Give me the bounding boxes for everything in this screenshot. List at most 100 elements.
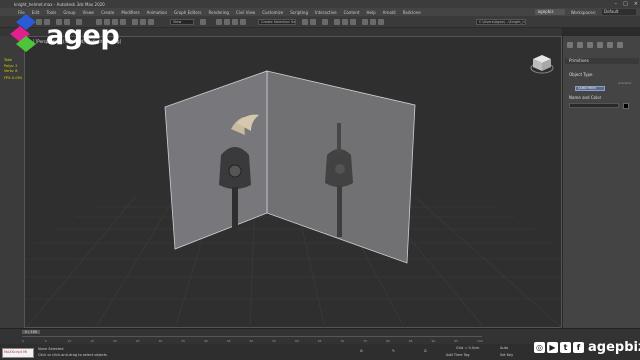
timeline-tick: 95 (454, 339, 459, 343)
modify-tab-icon[interactable] (577, 42, 583, 48)
timeline-tick: 85 (408, 339, 413, 343)
fps-label: FPS: (4, 76, 12, 80)
timeline-tick: 50 (249, 339, 254, 343)
close-icon[interactable]: × (634, 1, 638, 7)
workspaces-label: Workspaces: (570, 9, 596, 15)
timeline-tick: 55 (272, 339, 277, 343)
timeline-tick: 30 (158, 339, 163, 343)
instagram-icon: ◎ (534, 341, 545, 353)
fps-value: 0.094 (12, 76, 23, 80)
stats-verts: Verts: 8 (4, 69, 18, 73)
object-color-swatch[interactable] (623, 103, 629, 109)
menu-arnold[interactable]: Arnold (383, 10, 396, 15)
stats-polys: Polys: 2 (4, 64, 18, 68)
twitter-icon: t (560, 341, 571, 353)
menu-interactive[interactable]: Interactive (315, 10, 337, 15)
menu-customize[interactable]: Customize (262, 10, 283, 15)
perspective-viewport[interactable]: [+] [Perspective] [Standard] [Default Sh… (24, 36, 563, 329)
auto-key-button[interactable]: Auto (500, 346, 508, 350)
rendered-frame-icon[interactable] (370, 19, 376, 25)
time-slider[interactable]: 0 / 100 (22, 330, 40, 334)
timeline-tick: 15 (90, 339, 95, 343)
menu-graph-editors[interactable]: Graph Editors (174, 10, 201, 15)
render-icon[interactable] (378, 19, 384, 25)
object-type-rollout[interactable]: Object Type (565, 72, 639, 78)
menu-help[interactable]: Help (366, 10, 375, 15)
add-time-tag[interactable]: Add Time Tag (446, 353, 470, 357)
curve-editor-icon[interactable] (334, 19, 340, 25)
menu-scripting[interactable]: Scripting (290, 10, 308, 15)
menu-rendering[interactable]: Rendering (209, 10, 229, 15)
front-reference-plane (164, 70, 268, 250)
render-setup-icon[interactable] (362, 19, 368, 25)
utilities-tab-icon[interactable] (617, 42, 623, 48)
y-coord-label[interactable]: Y: (392, 349, 395, 353)
agep-logo: agep (8, 14, 120, 58)
x-coord-label[interactable]: X: (360, 349, 364, 353)
mirror-icon[interactable] (302, 19, 308, 25)
track-bar[interactable]: 0 5 10 15 20 25 30 35 40 45 50 55 60 65 70 75 80 85 90 95 10… (22, 336, 483, 344)
timeline-tick: 0 (22, 339, 24, 343)
command-panel: Primitives Object Type AutoGrid Quad Pat… (562, 36, 640, 328)
window-title: knight_helmet.max - Autodesk 3ds Max 202… (14, 1, 105, 7)
timeline-tick: 80 (386, 339, 390, 343)
timeline-tick: 60 (295, 339, 299, 343)
social-footer: ◎ ▶ t f agepbiz (534, 338, 640, 356)
viewcube[interactable] (529, 51, 555, 77)
menu-civil-view[interactable]: Civil View (236, 10, 255, 15)
timeline-tick: 90 (431, 339, 436, 343)
autogrid-checkbox[interactable]: AutoGrid (618, 81, 631, 85)
menu-content[interactable]: Content (344, 10, 360, 15)
window-crossing-icon[interactable] (120, 19, 126, 25)
user-account-button[interactable]: agepbiz (534, 9, 565, 15)
timeline-tick: 100 (477, 339, 483, 343)
agep-logo-mark (10, 14, 36, 52)
quad-patch-button[interactable]: Quad Patch (575, 86, 605, 91)
prompt-line: Click or click-and-drag to select object… (38, 353, 107, 357)
timeline-tick: 10 (67, 339, 72, 343)
angle-snap-icon[interactable] (224, 19, 230, 25)
timeline-tick: 70 (340, 339, 345, 343)
scene-explorer-strip: Total Polys: 2 Verts: 8 FPS: 0.094 (0, 36, 24, 328)
maxscript-listener[interactable]: MAXScript Mi (2, 348, 34, 358)
percent-snap-icon[interactable] (232, 19, 238, 25)
menu-modifiers[interactable]: Modifiers (121, 10, 139, 15)
z-coord-label[interactable]: Z: (424, 349, 428, 353)
workspace-dropdown[interactable]: Default (602, 9, 636, 15)
selection-set-dropdown[interactable]: Create Selection Set (258, 19, 296, 25)
youtube-icon: ▶ (547, 341, 558, 353)
material-editor-icon[interactable] (350, 19, 356, 25)
timeline-tick: 75 (363, 339, 368, 343)
display-tab-icon[interactable] (607, 42, 613, 48)
project-path-field[interactable]: C:\Users\Agep\...\Knight_helmet\ (476, 19, 526, 25)
social-handle: agepbiz (588, 339, 640, 355)
minimize-icon[interactable]: – (615, 1, 618, 7)
set-key-button[interactable]: Set Key (500, 353, 513, 357)
logo-text: agep (46, 20, 120, 51)
layer-explorer-icon[interactable] (322, 19, 328, 25)
menu-animation[interactable]: Animation (147, 10, 167, 15)
reference-coordinate-dropdown[interactable]: View (170, 19, 194, 25)
schematic-view-icon[interactable] (342, 19, 348, 25)
timeline-tick: 40 (204, 339, 208, 343)
timeline-tick: 5 (44, 339, 47, 343)
menu-railclone[interactable]: Railclone (403, 10, 421, 15)
timeline-tick: 45 (226, 339, 231, 343)
maximize-icon[interactable]: □ (623, 1, 628, 7)
category-dropdown[interactable]: Primitives (565, 58, 639, 64)
align-icon[interactable] (310, 19, 316, 25)
grid-size: Grid = 0.0cm (456, 346, 480, 350)
move-icon[interactable] (132, 19, 138, 25)
rotate-icon[interactable] (140, 19, 146, 25)
motion-tab-icon[interactable] (597, 42, 603, 48)
selection-status: None Selected (38, 347, 64, 351)
pivot-icon[interactable] (200, 19, 206, 25)
hierarchy-tab-icon[interactable] (587, 42, 593, 48)
object-name-field[interactable] (569, 103, 619, 108)
create-tab-icon[interactable] (567, 42, 573, 48)
scale-icon[interactable] (148, 19, 154, 25)
snap-icon[interactable] (216, 19, 222, 25)
title-bar: knight_helmet.max - Autodesk 3ds Max 202… (0, 0, 640, 8)
name-color-rollout[interactable]: Name and Color (565, 95, 639, 101)
spinner-snap-icon[interactable] (240, 19, 246, 25)
